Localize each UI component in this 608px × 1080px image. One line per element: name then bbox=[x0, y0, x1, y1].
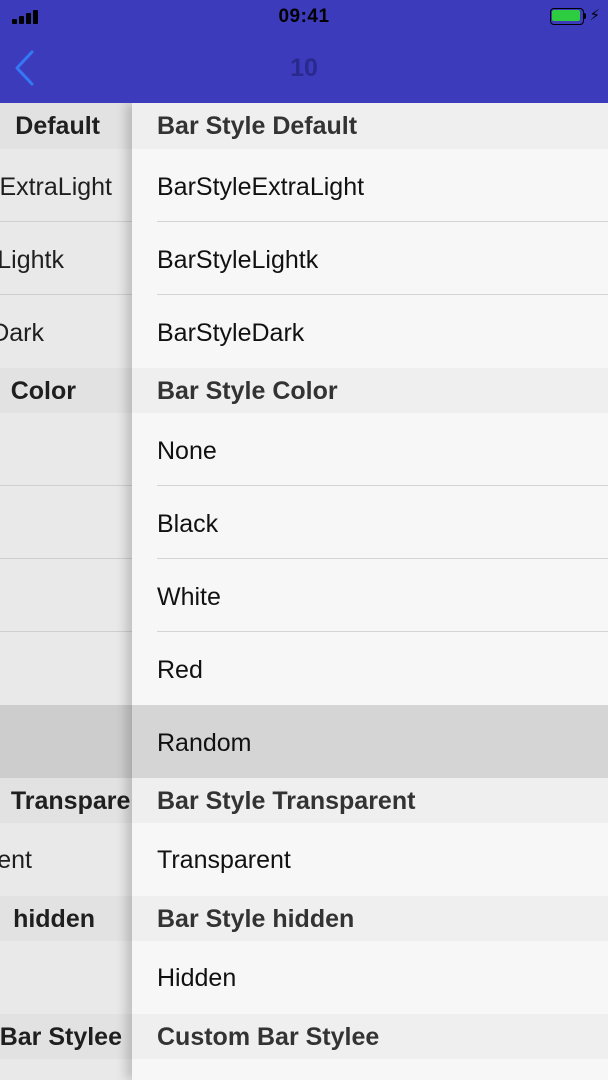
list-item-red[interactable]: Red bbox=[132, 632, 608, 705]
list-section-header: Default bbox=[0, 103, 132, 149]
nav-bar: 10 bbox=[0, 34, 608, 103]
list-item-selected[interactable] bbox=[0, 705, 132, 778]
charging-bolt-icon: ⚡ bbox=[589, 7, 600, 24]
list-item[interactable] bbox=[0, 559, 132, 632]
section-header-bar-style-color: Bar Style Color bbox=[132, 368, 608, 413]
list-item[interactable]: ExtraLight bbox=[0, 149, 132, 222]
background-list: Default ExtraLight Lightk Dark Color Tra… bbox=[0, 103, 132, 1080]
section-header-custom-bar-stylee: Custom Bar Stylee bbox=[132, 1014, 608, 1059]
list-item-white[interactable]: White bbox=[132, 559, 608, 632]
list-item[interactable] bbox=[0, 486, 132, 559]
list-item[interactable] bbox=[0, 941, 132, 1014]
list-section-header: Bar Stylee bbox=[0, 1014, 132, 1059]
list-item-barstyleextralight[interactable]: BarStyleExtraLight bbox=[132, 149, 608, 222]
list-item-hidden[interactable]: Hidden bbox=[132, 941, 608, 1014]
list-section-header: Color bbox=[0, 368, 132, 413]
list-item[interactable] bbox=[132, 1059, 608, 1080]
list-item-barstyledark[interactable]: BarStyleDark bbox=[132, 295, 608, 368]
section-header-bar-style-default: Bar Style Default bbox=[132, 103, 608, 149]
list-item[interactable]: Lightk bbox=[0, 222, 132, 295]
section-header-bar-style-transparent: Bar Style Transparent bbox=[132, 778, 608, 823]
navigation-bar: 09:41 ⚡ 10 bbox=[0, 0, 608, 103]
page-title: 10 bbox=[290, 54, 318, 82]
list-item[interactable] bbox=[0, 413, 132, 486]
bar-style-list: Bar Style Default BarStyleExtraLight Bar… bbox=[132, 103, 608, 1080]
list-item[interactable]: Dark bbox=[0, 295, 132, 368]
list-section-header: hidden bbox=[0, 896, 132, 941]
list-item-black[interactable]: Black bbox=[132, 486, 608, 559]
section-header-bar-style-hidden: Bar Style hidden bbox=[132, 896, 608, 941]
list-section-header: Transparent bbox=[0, 778, 132, 823]
list-item-none[interactable]: None bbox=[132, 413, 608, 486]
list-item-random-selected[interactable]: Random bbox=[132, 705, 608, 778]
list-item[interactable] bbox=[0, 632, 132, 705]
status-bar: 09:41 ⚡ bbox=[0, 0, 608, 34]
battery-icon bbox=[550, 8, 586, 25]
status-time: 09:41 bbox=[278, 6, 330, 27]
list-item[interactable]: ent bbox=[0, 823, 132, 896]
list-item-barstylelightk[interactable]: BarStyleLightk bbox=[132, 222, 608, 295]
list-item-transparent[interactable]: Transparent bbox=[132, 823, 608, 896]
